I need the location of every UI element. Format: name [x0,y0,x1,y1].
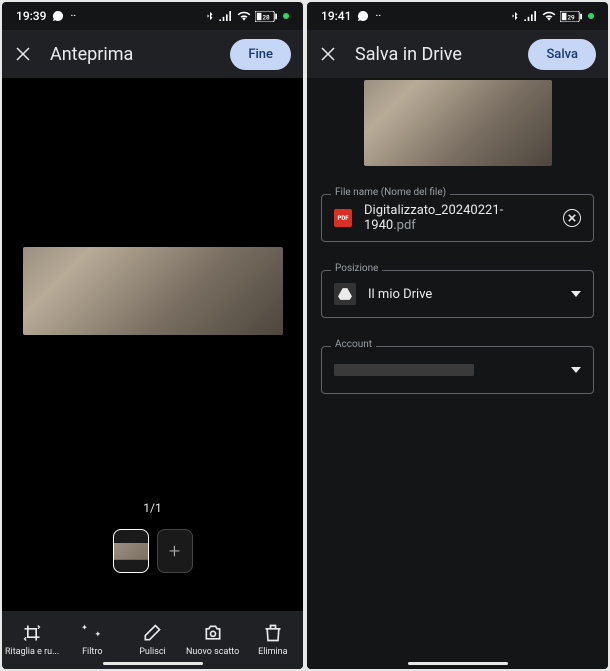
home-indicator[interactable] [103,662,203,665]
magic-wand-icon [82,623,102,643]
save-button[interactable]: Salva [528,39,596,70]
account-select[interactable] [321,346,594,394]
filter-button[interactable]: Filtro [62,623,122,657]
notification-dots-icon: ·· [70,11,76,22]
home-indicator[interactable] [408,662,508,665]
x-icon [568,214,576,222]
svg-text:28: 28 [262,13,270,21]
status-dot-icon [283,13,289,19]
chevron-down-icon [571,365,581,375]
crop-rotate-icon [22,623,42,643]
app-header: Anteprima Fine [2,30,303,78]
whatsapp-icon [357,10,369,22]
clear-filename-button[interactable] [563,209,581,227]
location-value: Il mio Drive [368,287,559,302]
trash-icon [263,623,283,643]
camera-icon [203,623,223,643]
notification-dots-icon: ·· [375,11,381,22]
preview-area [12,86,293,495]
filename-field-group: File name (Nome del file) PDF Digitalizz… [321,194,594,242]
location-select[interactable]: Il mio Drive [321,270,594,318]
close-icon[interactable] [14,45,32,63]
account-value-redacted [334,364,474,376]
document-preview-thumbnail [364,80,552,166]
whatsapp-icon [52,10,64,22]
signal-icon [524,11,538,21]
filename-extension: .pdf [393,218,416,233]
thumbnail-row: + [12,529,293,603]
battery-icon: 28 [255,11,277,22]
clean-button[interactable]: Pulisci [122,623,182,657]
close-icon[interactable] [319,45,337,63]
filter-label: Filtro [82,647,102,657]
status-bar: 19:41 ·· 29 [307,2,608,30]
page-thumbnail[interactable] [113,529,149,573]
preview-content: 1/1 + [2,78,303,611]
phone-save-screen: 19:41 ·· 29 Salva in Drive Salva File na… [307,2,608,669]
delete-label: Elimina [258,647,287,657]
filename-input[interactable]: PDF Digitalizzato_20240221-1940.pdf [321,194,594,242]
account-legend: Account [331,339,376,350]
crop-rotate-button[interactable]: Ritaglia e ru... [2,623,62,657]
location-legend: Posizione [331,263,382,274]
app-header: Salva in Drive Salva [307,30,608,78]
status-bar: 19:39 ·· 28 [2,2,303,30]
location-field-group: Posizione Il mio Drive [321,270,594,318]
done-button[interactable]: Fine [230,39,291,70]
account-field-group: Account [321,346,594,394]
bluetooth-icon [205,10,215,22]
eraser-icon [142,623,162,643]
status-time: 19:39 [16,9,46,23]
filename-legend: File name (Nome del file) [331,187,450,198]
bluetooth-icon [510,10,520,22]
filename-value: Digitalizzato_20240221-1940 [364,203,503,233]
delete-button[interactable]: Elimina [243,623,303,657]
drive-icon [334,283,356,305]
filename-text: Digitalizzato_20240221-1940.pdf [364,203,551,233]
wifi-icon [237,11,251,21]
status-dot-icon [588,13,594,19]
retake-label: Nuovo scatto [186,647,239,657]
header-title: Salva in Drive [355,44,510,65]
signal-icon [219,11,233,21]
add-page-button[interactable]: + [157,529,193,573]
phone-preview-screen: 19:39 ·· 28 Anteprima Fine 1/1 + Ritagli… [2,2,303,669]
retake-button[interactable]: Nuovo scatto [183,623,243,657]
scanned-page-preview[interactable] [23,247,283,335]
page-counter: 1/1 [12,495,293,529]
battery-icon: 29 [560,11,582,22]
wifi-icon [542,11,556,21]
pdf-badge-icon: PDF [334,209,352,227]
editor-toolbar: Ritaglia e ru... Filtro Pulisci Nuovo sc… [2,611,303,669]
svg-text:29: 29 [567,13,575,21]
clean-label: Pulisci [139,647,166,657]
chevron-down-icon [571,289,581,299]
crop-label: Ritaglia e ru... [5,647,59,657]
header-title: Anteprima [50,44,212,65]
status-time: 19:41 [321,9,351,23]
save-form-content: File name (Nome del file) PDF Digitalizz… [307,78,608,669]
